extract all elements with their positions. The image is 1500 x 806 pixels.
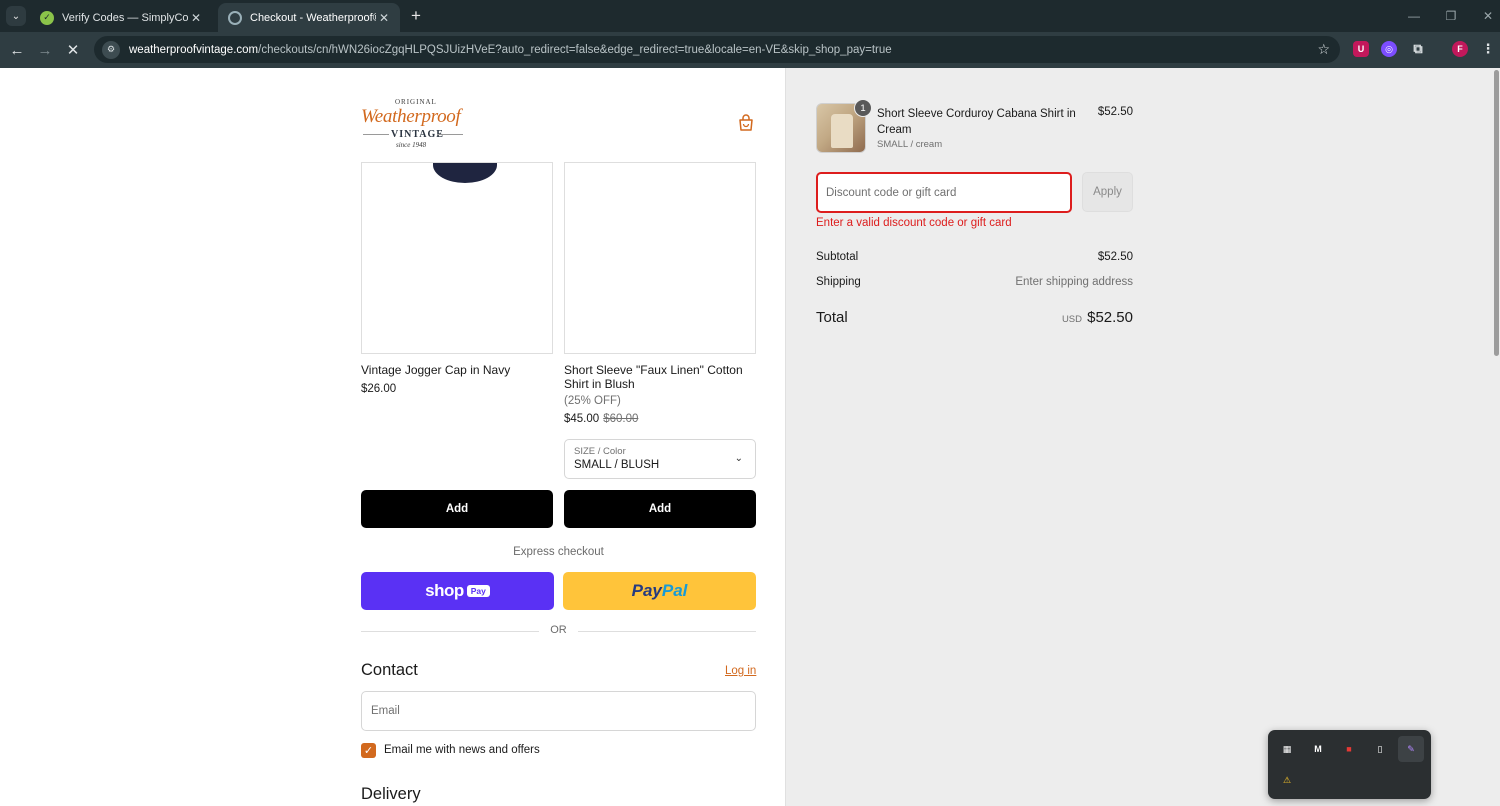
paypal-logo-pal: Pal [661,581,688,600]
or-divider: OR [361,624,756,638]
apply-discount-button[interactable]: Apply [1082,172,1133,212]
checkout-page: ORIGINAL Weatherproof VINTAGE since 1948… [0,68,1500,806]
tab-title: Checkout - Weatherproof® Vin [250,11,376,24]
divider-line [578,631,756,632]
restore-icon[interactable]: ❐ [1441,6,1461,26]
url-text[interactable]: weatherproofvintage.com/checkouts/cn/hWN… [129,44,1340,56]
discount-code-input[interactable] [816,172,1072,213]
discount-error-message: Enter a valid discount code or gift card [816,217,1012,229]
subtotal-value: $52.50 [1097,251,1133,263]
add-shirt-button[interactable]: Add [564,490,756,528]
paypal-button[interactable]: Pay Pal [563,572,756,610]
close-window-icon[interactable]: ✕ [1478,6,1498,26]
new-tab-icon[interactable]: + [406,6,426,26]
chevron-down-icon: ⌄ [734,453,743,464]
newsletter-label[interactable]: Email me with news and offers [384,744,540,756]
shop-pay-logo-word: shop [425,581,464,600]
ublock-extension-icon[interactable]: U [1353,41,1369,57]
system-tray-overflow: ▦ M ■ ▯ ✎ ⚠ [1268,730,1431,799]
log-in-link[interactable]: Log in [725,665,756,677]
contact-heading: Contact [361,661,418,679]
tab-close-icon[interactable]: ✕ [188,11,204,25]
tray-amd-icon[interactable]: ■ [1336,736,1362,762]
loading-spinner-icon [228,10,242,25]
browser-toolbar: ← → ✕ ⚙ weatherproofvintage.com/checkout… [0,32,1500,68]
url-host: weatherproofvintage.com [129,43,259,56]
summary-item-price: $52.50 [1097,106,1133,118]
shirt-image [831,114,853,148]
upsell-discount-badge: (25% OFF) [564,395,621,407]
upsell-product-name[interactable]: Vintage Jogger Cap in Navy [361,363,553,378]
simplycodes-icon: ✓ [40,10,54,25]
scrollbar-thumb[interactable] [1494,70,1499,356]
upsell-product-price: $26.00 [361,383,397,395]
summary-item-variant: SMALL / cream [877,139,943,150]
or-text: OR [550,624,567,636]
variant-select-value: SMALL / BLUSH [574,459,660,471]
total-currency: USD [1061,314,1082,325]
extension-icon[interactable]: ◎ [1381,41,1397,57]
tab-close-icon[interactable]: ✕ [376,11,392,25]
forward-icon[interactable]: → [35,40,55,60]
email-field[interactable] [361,691,756,731]
address-bar[interactable]: ⚙ weatherproofvintage.com/checkouts/cn/h… [94,36,1340,63]
tab-simplycodes[interactable]: ✓ Verify Codes — SimplyCodes ✕ [30,3,212,32]
store-logo[interactable]: ORIGINAL Weatherproof VINTAGE since 1948 [361,98,471,150]
extensions-puzzle-icon[interactable]: ⧉ [1410,41,1426,57]
logo-vintage: VINTAGE [391,129,444,140]
cap-image [433,163,497,183]
bookmark-star-icon[interactable]: ☆ [1317,41,1330,58]
total-label: Total [816,309,848,326]
total-value: $52.50 [1087,309,1133,326]
browser-tab-bar: ⌄ ✓ Verify Codes — SimplyCodes ✕ Checkou… [0,0,1500,32]
tab-search-dropdown-icon[interactable]: ⌄ [6,6,26,26]
tab-title: Verify Codes — SimplyCodes [62,11,188,24]
shopping-bag-icon[interactable] [737,114,755,132]
shop-pay-logo-badge: Pay [466,585,490,597]
summary-item-name: Short Sleeve Corduroy Cabana Shirt in Cr… [877,108,1076,136]
upsell-price-row: $45.00 $60.00 [564,413,638,425]
shop-pay-button[interactable]: shop Pay [361,572,554,610]
logo-flourish [437,134,463,135]
tab-checkout[interactable]: Checkout - Weatherproof® Vin ✕ [218,3,400,32]
upsell-compare-price: $60.00 [603,413,639,425]
quantity-badge: 1 [854,99,872,117]
product-image-cap[interactable] [361,162,553,354]
paypal-logo-pay: Pay [631,581,662,600]
tray-warning-icon[interactable]: ⚠ [1274,767,1300,793]
variant-select[interactable]: SIZE / Color SMALL / BLUSH ⌄ [564,439,756,479]
logo-since: since 1948 [396,141,427,149]
upsell-product-price: $45.00 [564,413,600,425]
product-image-shirt[interactable] [564,162,756,354]
menu-kebab-icon[interactable]: ⋮ [1480,41,1496,57]
tray-meet-icon[interactable]: M [1305,736,1331,762]
shipping-value: Enter shipping address [1015,276,1133,288]
profile-avatar[interactable]: F [1452,41,1468,57]
newsletter-checkbox[interactable]: ✓ [361,743,376,758]
url-path: /checkouts/cn/hWN26iocZgqHLPQSJUizHVeE?a… [258,43,892,56]
logo-flourish [363,134,389,135]
back-icon[interactable]: ← [7,40,27,60]
shipping-label: Shipping [816,276,861,288]
add-cap-button[interactable]: Add [361,490,553,528]
upsell-product-name[interactable]: Short Sleeve "Faux Linen" Cotton Shirt i… [564,363,756,391]
logo-script: Weatherproof [361,106,461,127]
tray-app-icon[interactable]: ▦ [1274,736,1300,762]
variant-select-label: SIZE / Color [574,446,626,457]
tray-feather-icon[interactable]: ✎ [1398,736,1424,762]
stop-loading-icon[interactable]: ✕ [63,40,83,60]
site-info-icon[interactable]: ⚙ [102,40,120,59]
delivery-heading: Delivery [361,785,421,803]
express-checkout-heading: Express checkout [513,546,604,558]
tray-usb-icon[interactable]: ▯ [1367,736,1393,762]
subtotal-label: Subtotal [816,251,859,263]
logo-original: ORIGINAL [395,98,437,106]
minimize-icon[interactable]: — [1404,6,1424,26]
